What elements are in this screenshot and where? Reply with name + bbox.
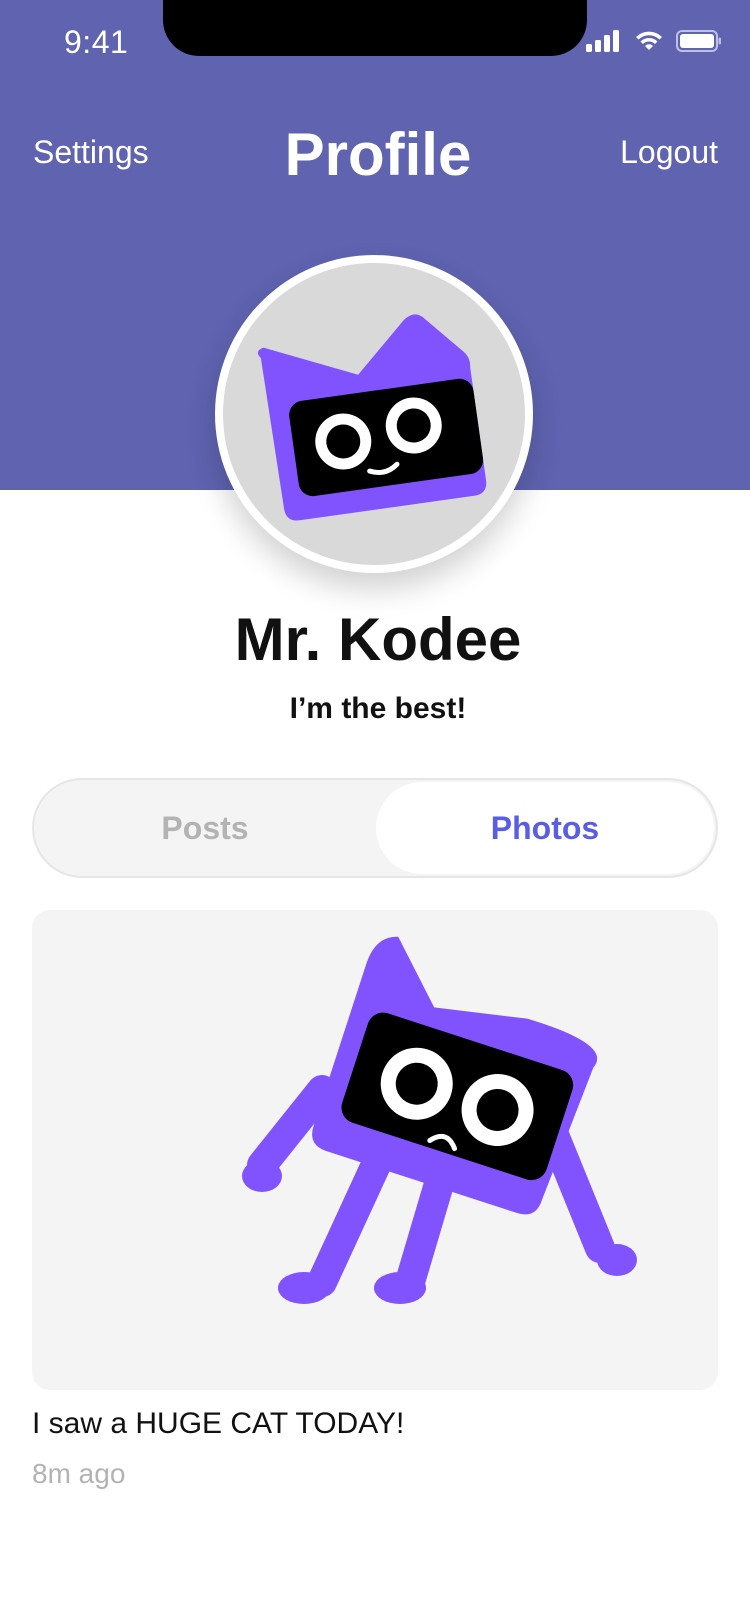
profile-tabs: Posts Photos [32,778,718,878]
kodee-mascot-photo-icon [242,936,637,1304]
status-time: 9:41 [64,24,129,60]
tab-photos[interactable]: Photos [376,782,714,874]
kodee-mascot-avatar-icon [257,314,487,521]
signal-icon [586,30,619,52]
logout-button[interactable]: Logout [620,134,718,171]
avatar-image [223,263,525,565]
post-caption: I saw a HUGE CAT TODAY! [32,1407,405,1440]
avatar[interactable] [215,255,533,573]
status-icons [586,30,722,52]
post-photo[interactable] [32,910,718,1390]
profile-name: Mr. Kodee [234,606,522,673]
wifi-icon [636,31,662,50]
post-timestamp: 8m ago [32,1458,126,1489]
tab-posts[interactable]: Posts [36,782,374,874]
battery-icon [676,30,721,52]
profile-bio: I’m the best! [289,692,467,725]
device-notch [163,0,587,56]
